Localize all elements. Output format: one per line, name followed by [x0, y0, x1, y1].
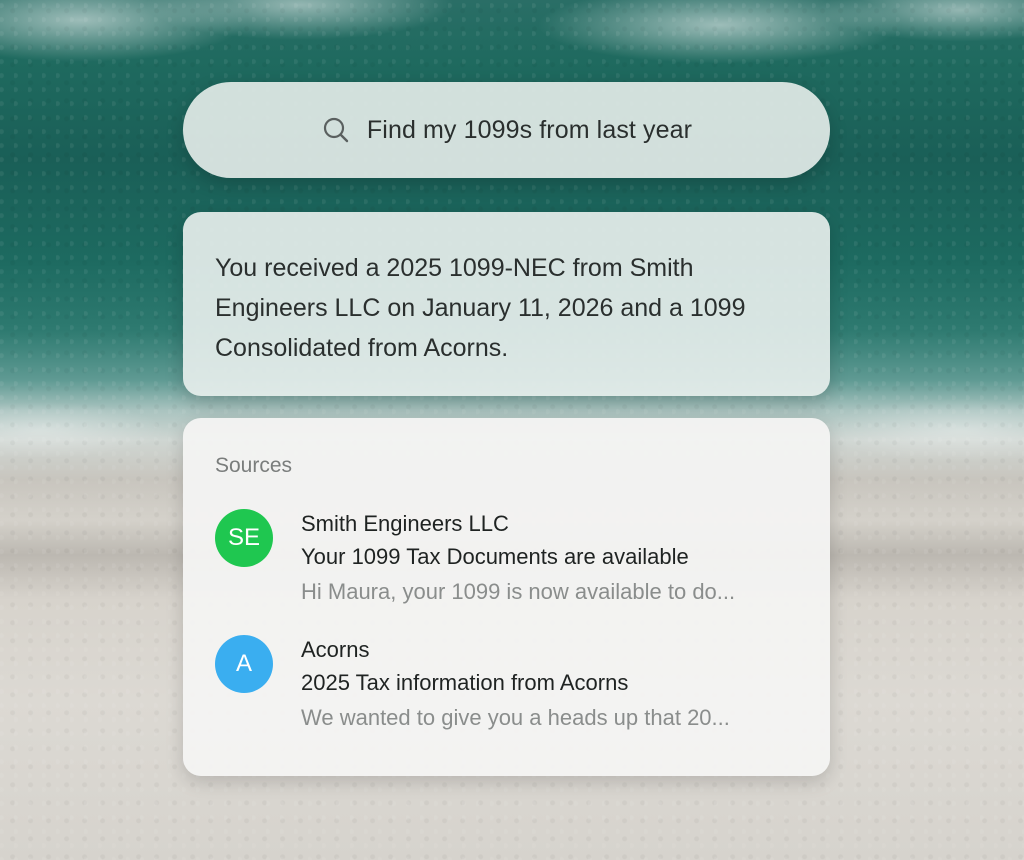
source-subject: 2025 Tax information from Acorns [301, 670, 629, 695]
source-sender: Acorns [301, 637, 370, 662]
avatar: A [215, 635, 273, 693]
source-subject: Your 1099 Tax Documents are available [301, 544, 689, 569]
search-query[interactable]: Find my 1099s from last year [367, 116, 692, 145]
source-preview: Hi Maura, your 1099 is now available to … [301, 579, 736, 604]
source-item-acorns[interactable]: A Acorns 2025 Tax information from Acorn… [215, 634, 798, 736]
avatar-initials: SE [227, 524, 260, 551]
answer-text: You received a 2025 1099-NEC from Smith … [215, 254, 746, 362]
search-icon [321, 115, 351, 145]
source-preview: We wanted to give you a heads up that 20… [301, 705, 730, 730]
source-body: Acorns 2025 Tax information from Acorns … [301, 634, 791, 736]
search-bar[interactable]: Find my 1099s from last year [183, 82, 830, 178]
sources-card: Sources SE Smith Engineers LLC Your 1099… [183, 418, 830, 776]
answer-card: You received a 2025 1099-NEC from Smith … [183, 212, 830, 396]
sources-heading: Sources [215, 454, 293, 477]
source-body: Smith Engineers LLC Your 1099 Tax Docume… [301, 508, 791, 610]
source-sender: Smith Engineers LLC [301, 511, 509, 536]
source-item-smith-engineers[interactable]: SE Smith Engineers LLC Your 1099 Tax Doc… [215, 508, 798, 610]
avatar: SE [215, 509, 273, 567]
avatar-initials: A [235, 650, 252, 677]
